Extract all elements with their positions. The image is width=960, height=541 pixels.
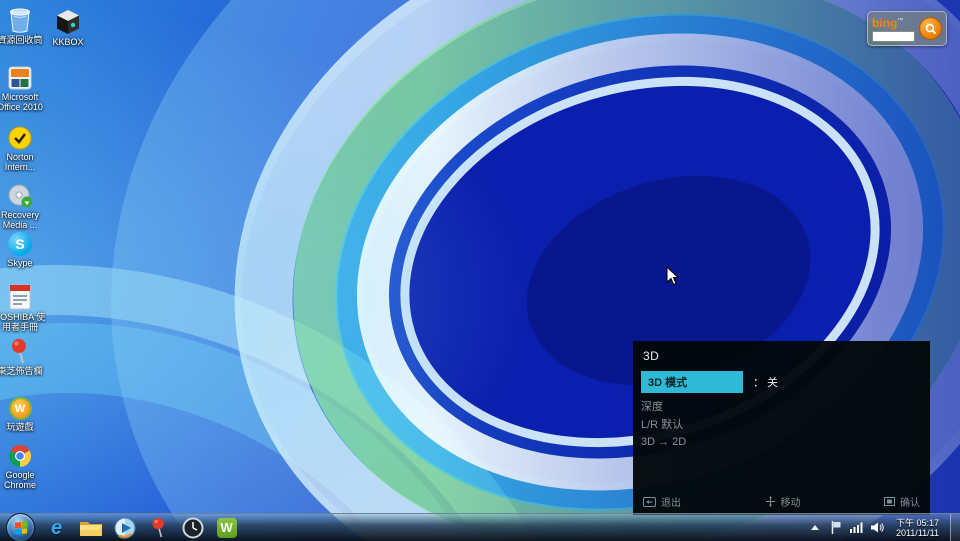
icon-label: 資源回收筒	[0, 35, 43, 45]
icon-label: Skype	[7, 258, 33, 268]
show-desktop-button[interactable]	[950, 513, 960, 541]
desktop-icon-kkbox[interactable]: KKBOX	[42, 5, 94, 47]
tray-show-hidden-icons[interactable]	[808, 515, 822, 540]
tray-action-center[interactable]	[829, 515, 843, 540]
ok-icon	[884, 497, 895, 506]
chevron-up-icon	[810, 524, 819, 530]
kkbox-icon	[56, 5, 80, 35]
clock-time: 下午 05:17	[895, 517, 939, 528]
skype-glyph: S	[15, 236, 25, 252]
speaker-icon	[871, 522, 885, 533]
desktop-icon-recycle-bin[interactable]: 資源回收筒	[0, 3, 46, 45]
tray-network[interactable]	[850, 515, 864, 540]
toshiba-manual-icon	[9, 280, 31, 310]
network-icon	[850, 522, 863, 533]
osd-hint-move: 移动	[765, 494, 801, 509]
osd-item-label: 3D 模式	[641, 371, 743, 393]
desktop-icon-skype[interactable]: S Skype	[0, 226, 46, 268]
osd-hint-label: 移动	[780, 498, 801, 509]
desktop-icon-google-chrome[interactable]: Google Chrome	[0, 438, 46, 490]
icon-label: TOSHIBA 使用者手冊	[0, 312, 46, 332]
clock-date: 2011/11/11	[895, 527, 939, 538]
flag-icon	[831, 521, 841, 534]
desktop-icon-recovery-media[interactable]: Recovery Media ...	[0, 178, 46, 230]
icon-label: Microsoft Office 2010	[0, 92, 43, 112]
osd-title: 3D	[643, 349, 660, 363]
chrome-icon	[8, 438, 32, 468]
icon-label: KKBOX	[52, 37, 84, 47]
start-button[interactable]	[6, 513, 35, 541]
wildtangent-icon: W	[216, 517, 237, 538]
taskbar-clock[interactable]: 下午 05:17 2011/11/11	[896, 518, 939, 538]
windows-logo-icon	[14, 520, 27, 535]
pushpin-icon	[10, 334, 30, 364]
icon-label: Google Chrome	[3, 470, 36, 490]
taskbar-windows-media-player[interactable]	[112, 515, 137, 540]
microsoft-office-icon	[8, 60, 32, 90]
recycle-bin-icon	[7, 3, 33, 33]
exit-icon	[643, 496, 656, 507]
icon-label: 東芝佈告欄	[0, 366, 43, 376]
osd-item-label: 深度	[641, 401, 663, 413]
games-icon: W	[8, 390, 32, 420]
system-tray: 下午 05:17 2011/11/11	[808, 513, 960, 541]
taskbar-pushpin[interactable]	[146, 515, 171, 540]
desktop: 資源回收筒 KKBOX Microsoft Office 2010 Norton…	[0, 0, 960, 541]
taskbar-wildtangent-games[interactable]: W	[214, 515, 239, 540]
move-icon	[765, 496, 775, 507]
desktop-icon-microsoft-office[interactable]: Microsoft Office 2010	[0, 60, 46, 112]
icon-label: Norton Intern...	[4, 152, 36, 172]
osd-item-label: L/R 默认	[641, 419, 684, 431]
games-glyph: W	[14, 402, 26, 415]
osd-hint-confirm: 确认	[884, 494, 920, 509]
clock-icon	[182, 517, 203, 538]
osd-hint-label: 退出	[661, 498, 681, 509]
bing-search-button[interactable]	[919, 17, 942, 40]
taskbar-windows-explorer[interactable]	[78, 515, 103, 540]
desktop-icon-toshiba-board[interactable]: 東芝佈告欄	[0, 334, 46, 376]
norton-icon	[8, 120, 32, 150]
icon-label: 玩遊戲	[6, 422, 34, 432]
osd-item-value: ： 关	[753, 377, 779, 389]
osd-3d-menu: 3D 3D 模式 ： 关 深度 L/R 默认 3D → 2D 退出 移动 确认	[633, 341, 930, 515]
bing-search-gadget[interactable]: bing™	[867, 11, 947, 46]
bing-search-input[interactable]	[872, 30, 915, 42]
osd-item-3d-to-2d[interactable]: 3D → 2D	[633, 433, 930, 451]
internet-explorer-icon: e	[50, 516, 63, 539]
search-icon	[925, 23, 936, 34]
desktop-icon-toshiba-manual[interactable]: TOSHIBA 使用者手冊	[0, 280, 46, 332]
taskbar-clock-gadget[interactable]	[180, 515, 205, 540]
desktop-icon-norton[interactable]: Norton Intern...	[0, 120, 46, 172]
osd-item-label: 3D → 2D	[641, 436, 687, 448]
recovery-media-icon	[7, 178, 33, 208]
osd-hint-exit: 退出	[643, 494, 681, 509]
osd-hints: 退出 移动 确认	[633, 494, 930, 509]
taskbar-internet-explorer[interactable]: e	[44, 515, 69, 540]
osd-hint-label: 确认	[900, 498, 920, 509]
skype-icon: S	[8, 226, 32, 256]
folder-icon	[79, 521, 102, 536]
tray-volume[interactable]	[871, 515, 885, 540]
taskbar-pinned-icons: e W	[44, 515, 239, 540]
osd-item-3d-mode[interactable]: 3D 模式 ： 关	[633, 371, 930, 393]
bing-logo: bing™	[872, 15, 904, 30]
pushpin-icon	[152, 517, 164, 538]
media-player-icon	[114, 517, 135, 539]
desktop-icon-play-games[interactable]: W 玩遊戲	[0, 390, 46, 432]
osd-item-depth[interactable]: 深度	[633, 397, 930, 415]
osd-item-lr-default[interactable]: L/R 默认	[633, 415, 930, 433]
taskbar: e W 下午 05:17 2011/11/11	[0, 513, 960, 541]
